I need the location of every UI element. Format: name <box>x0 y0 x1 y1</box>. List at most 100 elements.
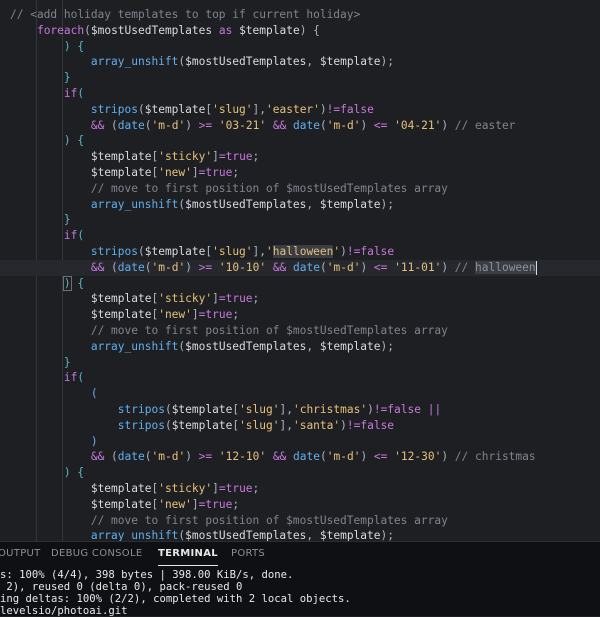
code-token: ) <box>360 118 374 132</box>
code-token: ( <box>90 387 98 401</box>
code-token: , <box>306 339 320 353</box>
code-token: 'sticky' <box>158 150 213 164</box>
tab-ports[interactable]: PORTS <box>231 542 265 566</box>
code-line: if( <box>0 370 84 386</box>
code-token: true <box>225 482 253 495</box>
code-token: ) <box>441 260 455 274</box>
code-token: 'new' <box>158 166 192 179</box>
code-token: && <box>90 118 105 132</box>
code-token: ; <box>232 308 240 322</box>
code-token: = <box>218 292 226 306</box>
terminal-line: ing deltas: 100% (2/2), completed with 2… <box>0 593 351 605</box>
code-token: // move to first position of $mostUsedTe… <box>90 324 448 337</box>
code-token: $template <box>90 497 152 511</box>
code-token: array_unshift <box>90 197 179 211</box>
code-token: ) <box>185 450 199 464</box>
panel-tabs: OUTPUT DEBUG CONSOLE TERMINAL PORTS <box>0 542 600 566</box>
code-token: $template <box>90 166 152 179</box>
code-editor[interactable]: // <add holiday templates to top if curr… <box>0 0 600 541</box>
code-line: ) <box>0 434 98 450</box>
code-token: $mostUsedTemplates <box>90 23 213 37</box>
code-token: $template <box>171 403 233 416</box>
code-line: ( <box>0 386 98 402</box>
code-token: date <box>293 260 320 274</box>
code-token: ( <box>77 229 85 243</box>
tab-terminal[interactable]: TERMINAL <box>158 542 218 566</box>
code-line: ) { <box>0 39 84 55</box>
code-line: } <box>0 212 71 228</box>
code-token: ( <box>164 418 172 432</box>
code-token: ); <box>380 339 394 353</box>
code-token: && <box>272 118 287 132</box>
code-token: ) <box>441 450 455 464</box>
code-token: $template <box>319 529 381 541</box>
code-token: ) <box>367 403 374 416</box>
code-token: 'sticky' <box>158 292 213 306</box>
code-token: ; <box>252 482 260 495</box>
code-token: halloween <box>475 260 536 274</box>
code-token: false <box>340 102 374 116</box>
code-token: ( <box>164 403 172 416</box>
code-token: != <box>346 418 361 432</box>
code-token: && <box>90 260 105 274</box>
code-token: '10-10' <box>218 260 267 274</box>
code-line: // move to first position of $mostUsedTe… <box>0 181 448 197</box>
code-line: && (date('m-d') >= '10-10' && date('m-d'… <box>0 259 600 276</box>
code-token: ) <box>340 418 347 432</box>
code-token: ] <box>191 308 199 322</box>
code-token: >= <box>198 260 213 274</box>
code-line: array_unshift($mostUsedTemplates, $templ… <box>0 528 394 541</box>
code-line: $template['sticky']=true; <box>0 481 259 497</box>
code-token: $template <box>144 245 206 258</box>
code-line: stripos($template['slug'],'halloween')!=… <box>0 244 394 260</box>
code-token: 'easter' <box>266 102 320 116</box>
tab-output[interactable]: OUTPUT <box>0 542 41 566</box>
code-token: ], <box>279 418 293 432</box>
code-line: if( <box>0 86 84 102</box>
code-token: 'santa' <box>292 418 341 432</box>
code-token: false <box>387 403 421 416</box>
code-token: false <box>360 245 395 258</box>
code-token: ( <box>144 118 152 132</box>
tab-debug-console[interactable]: DEBUG CONSOLE <box>51 542 142 566</box>
code-token: ) { <box>299 23 320 37</box>
code-token: , <box>306 197 320 211</box>
code-token: $template <box>90 292 152 306</box>
code-token: 'm-d' <box>326 260 361 274</box>
code-token: '04-21' <box>394 118 442 132</box>
code-line: && (date('m-d') >= '03-21' && date('m-d'… <box>0 118 516 134</box>
code-token: ], <box>279 403 293 416</box>
code-token: ); <box>380 529 394 541</box>
code-token: // move to first position of $mostUsedTe… <box>90 181 448 195</box>
code-token: ( <box>104 118 118 132</box>
code-token: stripos <box>117 418 165 432</box>
code-line: if( <box>0 228 84 244</box>
code-token: 'm-d' <box>151 450 186 464</box>
code-token: ) <box>90 434 98 448</box>
code-token: , <box>306 529 320 541</box>
code-line: $template['new']=true; <box>0 497 239 513</box>
code-line: array_unshift($mostUsedTemplates, $templ… <box>0 197 394 213</box>
code-token: ( <box>144 260 152 274</box>
code-token: // move to first position of $mostUsedTe… <box>90 513 448 527</box>
